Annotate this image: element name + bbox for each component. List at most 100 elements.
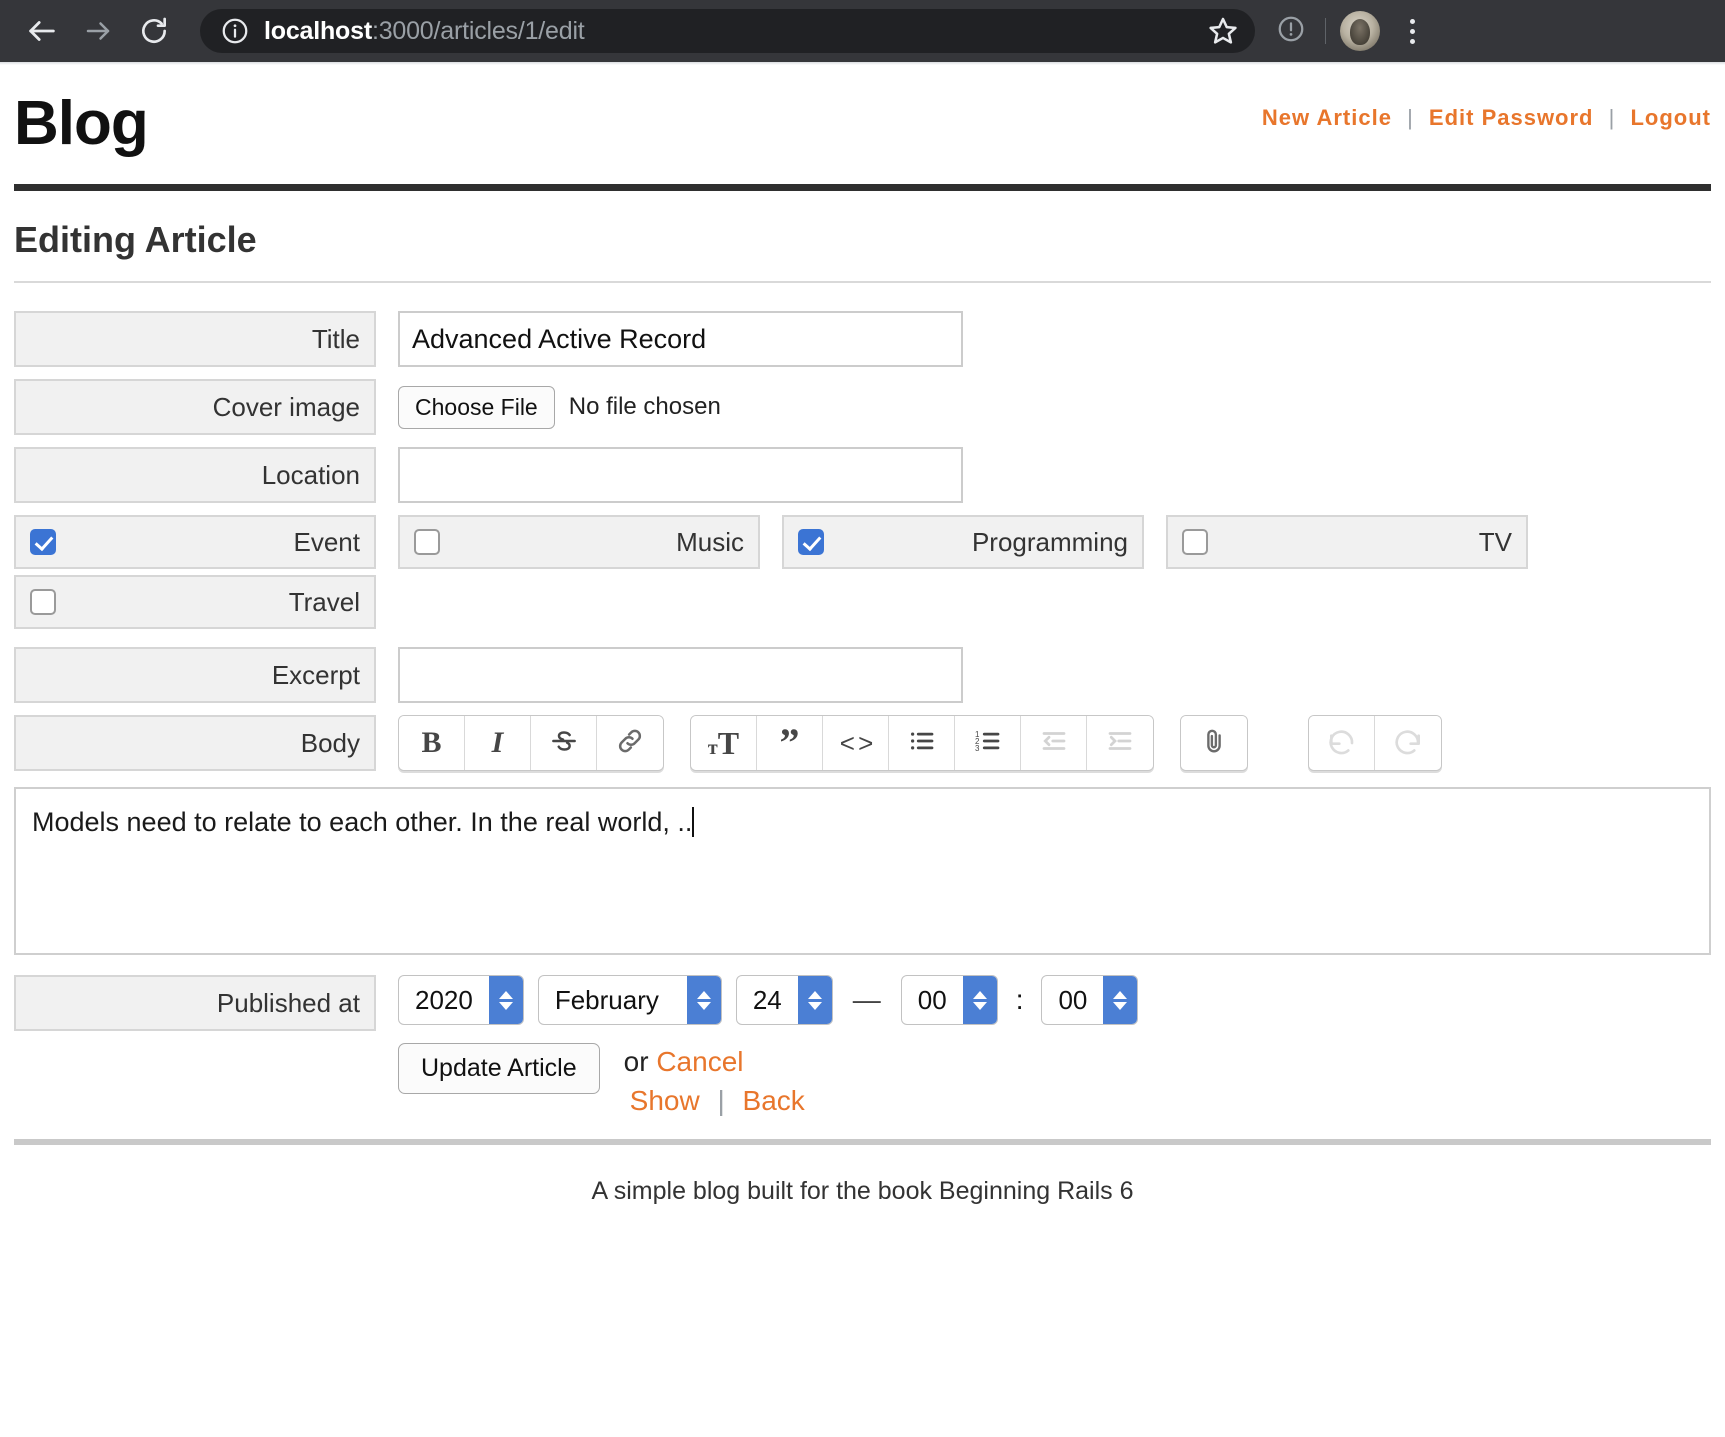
increase-indent-icon [1105, 726, 1135, 761]
checkbox-tv[interactable] [1182, 529, 1208, 556]
checkbox-event[interactable] [30, 529, 56, 556]
browser-toolbar: localhost:3000/articles/1/edit [0, 0, 1725, 62]
hour-select[interactable]: 00 [900, 975, 998, 1026]
undo-button[interactable] [1309, 716, 1375, 771]
redo-button[interactable] [1375, 716, 1441, 771]
link-icon [615, 726, 645, 761]
month-stepper-icon[interactable] [686, 976, 721, 1025]
body-editor[interactable]: Models need to relate to each other. In … [14, 787, 1711, 956]
browser-menu-button[interactable] [1386, 7, 1438, 55]
update-circle-icon [1276, 14, 1306, 49]
nav-link-logout[interactable]: Logout [1630, 105, 1711, 130]
checkbox-programming[interactable] [798, 529, 824, 556]
category-row-2: Travel [14, 575, 1711, 630]
heading-icon: тT [707, 725, 740, 762]
italic-icon: I [491, 726, 504, 760]
profile-button[interactable] [1334, 7, 1386, 55]
attach-file-button[interactable] [1181, 716, 1247, 771]
svg-text:3: 3 [975, 743, 980, 752]
strikethrough-icon [549, 726, 579, 761]
location-input[interactable] [398, 447, 963, 504]
text-style-group: B I [398, 715, 664, 772]
label-published-at: Published at [14, 975, 376, 1032]
category-tv[interactable]: TV [1166, 515, 1528, 570]
nav-link-new-article[interactable]: New Article [1262, 105, 1392, 130]
header-rule [14, 184, 1711, 192]
trix-toolbar: B I тT ” < > 1 2 3 [398, 715, 1442, 772]
update-article-button[interactable]: Update Article [398, 1043, 600, 1095]
year-select[interactable]: 2020 [398, 975, 524, 1026]
cancel-link[interactable]: Cancel [656, 1046, 743, 1077]
category-music[interactable]: Music [398, 515, 760, 570]
minute-stepper-icon[interactable] [1103, 976, 1138, 1025]
day-stepper-icon[interactable] [797, 976, 832, 1025]
arrow-right-icon [83, 16, 113, 46]
quote-icon: ” [779, 720, 800, 766]
reload-button[interactable] [130, 7, 178, 55]
category-programming[interactable]: Programming [782, 515, 1144, 570]
field-row-location: Location [14, 447, 1711, 504]
show-back-line: Show | Back [624, 1085, 805, 1117]
link-button[interactable] [597, 716, 663, 771]
bold-button[interactable]: B [399, 716, 465, 771]
italic-button[interactable]: I [465, 716, 531, 771]
control-title [398, 311, 963, 368]
address-bar[interactable]: localhost:3000/articles/1/edit [200, 9, 1255, 53]
code-button[interactable]: < > [823, 716, 889, 771]
control-body-toolbar: B I тT ” < > 1 2 3 [398, 715, 1442, 772]
url-text: localhost:3000/articles/1/edit [264, 17, 1199, 46]
numbered-list-button[interactable]: 1 2 3 [955, 716, 1021, 771]
minute-select[interactable]: 00 [1041, 975, 1139, 1026]
forward-button[interactable] [74, 7, 122, 55]
arrow-left-icon [25, 14, 59, 48]
category-travel[interactable]: Travel [14, 575, 376, 630]
excerpt-input[interactable] [398, 647, 963, 704]
label-location: Location [14, 447, 376, 504]
field-row-excerpt: Excerpt [14, 647, 1711, 704]
show-link[interactable]: Show [630, 1085, 700, 1116]
bullet-list-button[interactable] [889, 716, 955, 771]
field-row-title: Title [14, 311, 1711, 368]
year-stepper-icon[interactable] [488, 976, 523, 1025]
bookmark-star-icon[interactable] [1207, 15, 1239, 47]
quote-button[interactable]: ” [757, 716, 823, 771]
increase-indent-button[interactable] [1087, 716, 1153, 771]
control-cover-image: Choose File No file chosen [398, 379, 721, 435]
title-input[interactable] [398, 311, 963, 368]
site-info-icon[interactable] [220, 16, 250, 46]
checkbox-travel[interactable] [30, 589, 56, 616]
nav-separator-2: | [1608, 105, 1616, 130]
body-editor-text: Models need to relate to each other. In … [32, 807, 693, 838]
secondary-actions: or Cancel Show | Back [624, 1043, 805, 1117]
attachment-group [1180, 715, 1248, 772]
label-title: Title [14, 311, 376, 368]
file-picker: Choose File No file chosen [398, 379, 721, 435]
nav-link-edit-password[interactable]: Edit Password [1429, 105, 1594, 130]
year-value: 2020 [415, 984, 473, 1015]
category-label-tv: TV [1478, 526, 1512, 557]
decrease-indent-button[interactable] [1021, 716, 1087, 771]
heading-button[interactable]: тT [691, 716, 757, 771]
day-select[interactable]: 24 [735, 975, 833, 1026]
label-excerpt: Excerpt [14, 647, 376, 704]
page-content: Blog New Article | Edit Password | Logou… [0, 65, 1725, 1216]
category-event[interactable]: Event [14, 515, 376, 570]
kebab-menu-icon [1409, 18, 1415, 44]
numbered-list-icon: 1 2 3 [973, 726, 1003, 761]
category-label-travel: Travel [288, 586, 360, 617]
toolbar-divider [1325, 18, 1326, 44]
day-value: 24 [752, 984, 782, 1015]
choose-file-button[interactable]: Choose File [398, 385, 555, 429]
month-select[interactable]: February [537, 975, 722, 1026]
hour-stepper-icon[interactable] [962, 976, 997, 1025]
redo-icon [1392, 725, 1424, 762]
strikethrough-button[interactable] [531, 716, 597, 771]
update-button[interactable] [1265, 7, 1317, 55]
checkbox-music[interactable] [414, 529, 440, 556]
back-button[interactable] [18, 7, 66, 55]
control-excerpt [398, 647, 963, 704]
block-style-group: тT ” < > 1 2 3 [690, 715, 1154, 772]
back-link[interactable]: Back [743, 1085, 805, 1116]
article-form: Title Cover image Choose File No file ch… [14, 311, 1711, 1117]
site-header: Blog New Article | Edit Password | Logou… [14, 65, 1711, 162]
